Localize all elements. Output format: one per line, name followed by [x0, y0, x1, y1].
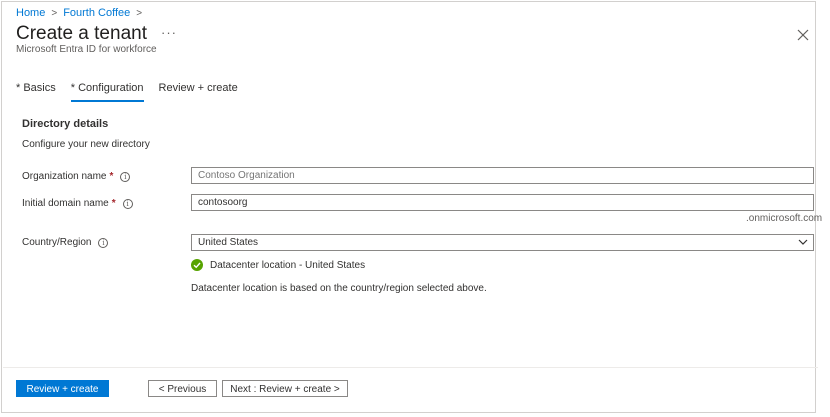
checkmark-circle-icon: [191, 259, 203, 271]
previous-button[interactable]: < Previous: [148, 380, 217, 397]
page-title: Create a tenant: [16, 23, 147, 44]
tab-bar: * Basics * Configuration Review + create: [16, 82, 238, 102]
domain-name-input[interactable]: [191, 194, 814, 211]
title-row: Create a tenant ···: [16, 23, 177, 45]
country-selected-value: United States: [198, 237, 259, 248]
tab-required-mark: *: [70, 82, 76, 94]
tab-basics[interactable]: * Basics: [16, 82, 56, 102]
create-tenant-blade: Home > Fourth Coffee > Create a tenant ·…: [1, 1, 822, 413]
breadcrumb-home-link[interactable]: Home: [16, 7, 45, 19]
datacenter-status: Datacenter location - United States: [191, 259, 365, 271]
info-icon[interactable]: i: [98, 237, 109, 248]
page-subtitle: Microsoft Entra ID for workforce: [16, 44, 157, 55]
tab-review-create-label: Review + create: [158, 82, 238, 94]
domain-suffix: .onmicrosoft.com: [746, 213, 823, 224]
breadcrumb-fourth-coffee-link[interactable]: Fourth Coffee: [63, 7, 130, 19]
required-mark: *: [111, 198, 116, 209]
tab-review-create[interactable]: Review + create: [159, 82, 238, 102]
more-options-button[interactable]: ···: [161, 25, 177, 40]
country-label: Country/Region i: [22, 237, 109, 248]
breadcrumb: Home > Fourth Coffee >: [16, 7, 142, 19]
domain-name-label-text: Initial domain name: [22, 198, 109, 209]
org-name-label: Organization name * i: [22, 171, 131, 182]
next-button[interactable]: Next : Review + create >: [222, 380, 348, 397]
close-icon[interactable]: [796, 28, 810, 42]
tab-configuration[interactable]: * Configuration: [70, 82, 144, 102]
tab-required-mark: *: [16, 82, 21, 94]
country-label-text: Country/Region: [22, 237, 92, 248]
tab-configuration-label: Configuration: [78, 82, 144, 94]
datacenter-note: Datacenter location is based on the coun…: [191, 283, 487, 294]
org-name-label-text: Organization name: [22, 171, 107, 182]
tab-basics-label: Basics: [23, 82, 56, 94]
domain-name-label: Initial domain name * i: [22, 198, 133, 209]
review-create-button[interactable]: Review + create: [16, 380, 109, 397]
country-select[interactable]: United States: [191, 234, 814, 251]
section-title: Directory details: [22, 118, 109, 130]
section-description: Configure your new directory: [22, 139, 150, 150]
datacenter-status-text: Datacenter location - United States: [210, 259, 366, 271]
required-mark: *: [109, 171, 114, 182]
org-name-input[interactable]: [191, 167, 814, 184]
footer-divider: [3, 367, 818, 368]
info-icon[interactable]: i: [122, 198, 133, 209]
breadcrumb-separator: >: [136, 7, 143, 19]
chevron-down-icon: [798, 239, 808, 245]
breadcrumb-separator: >: [51, 7, 58, 19]
info-icon[interactable]: i: [120, 171, 131, 182]
